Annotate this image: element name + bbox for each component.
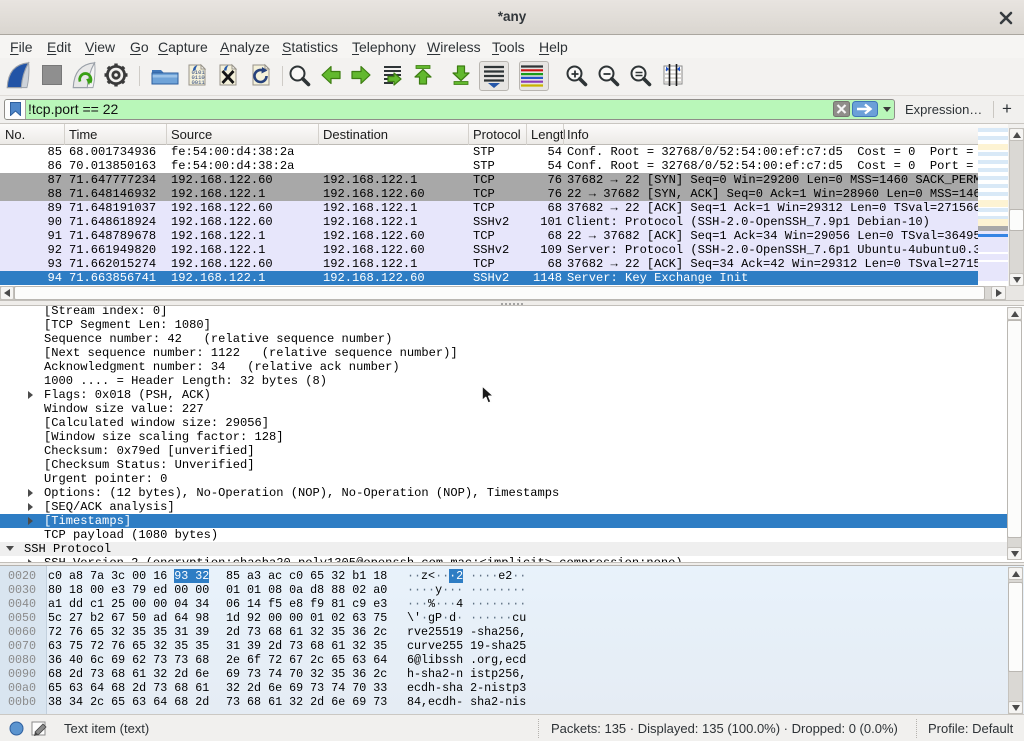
svg-text:0011: 0011 [192,79,206,86]
